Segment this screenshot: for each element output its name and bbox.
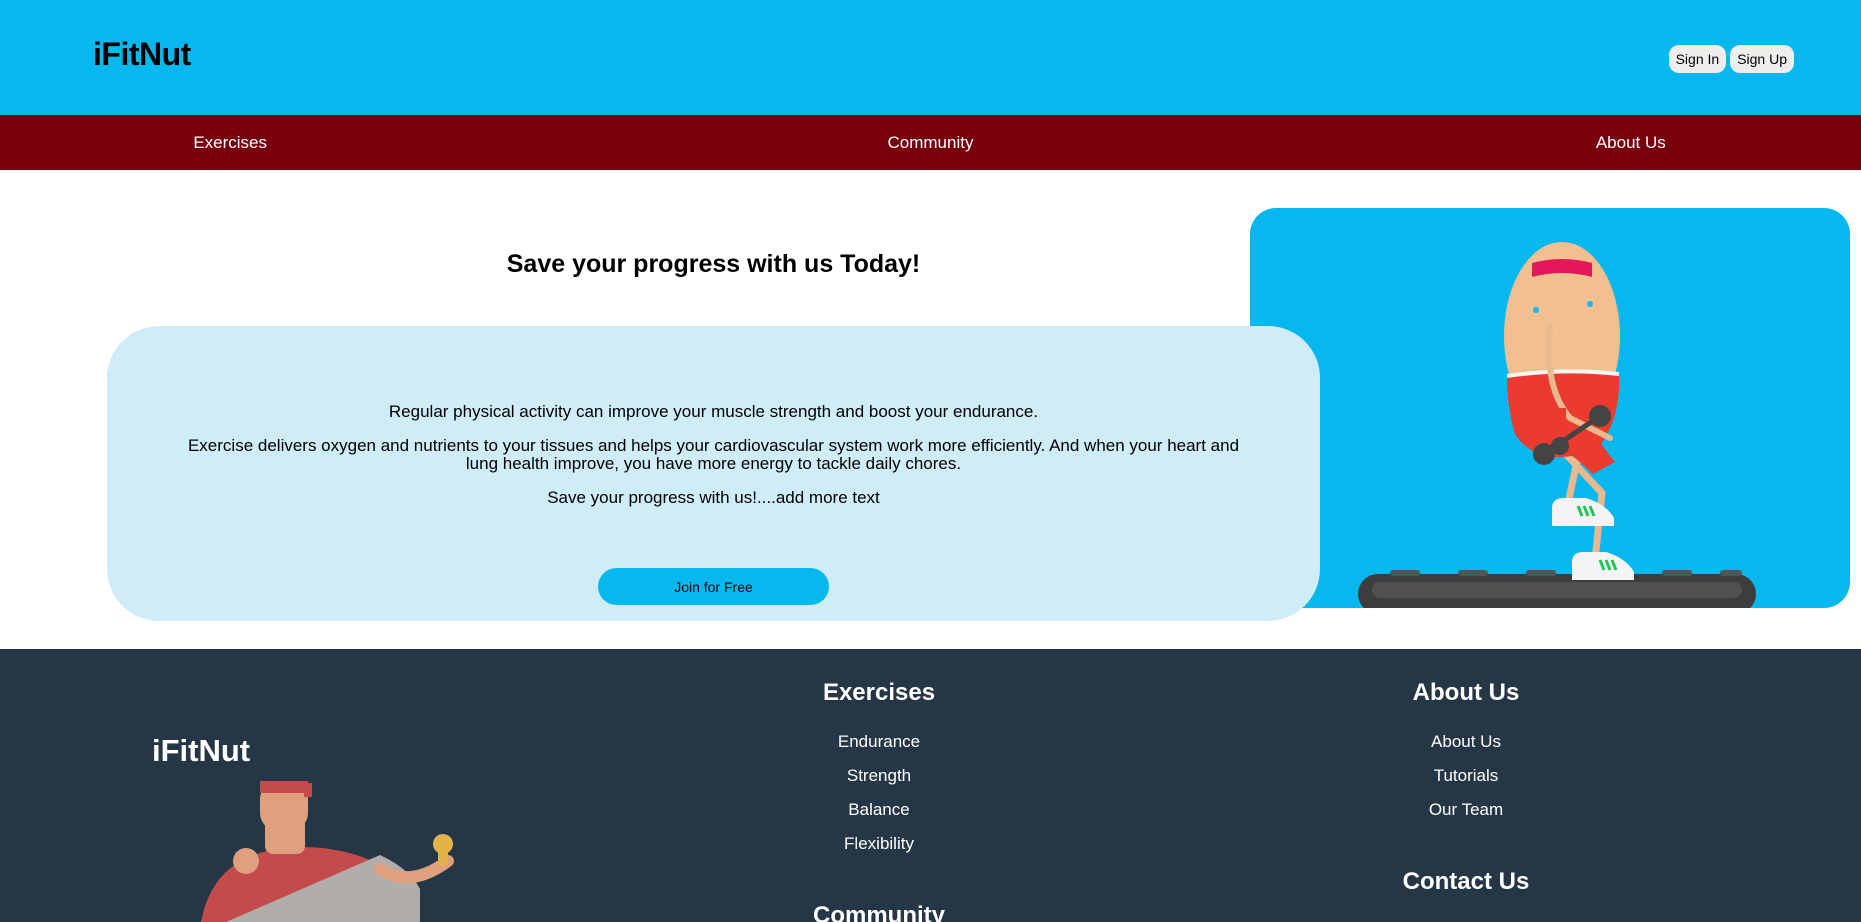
hero-paragraph-2: Exercise delivers oxygen and nutrients t… xyxy=(187,436,1240,473)
main-nav: Exercises Community About Us xyxy=(0,115,1861,170)
footer-exercises-heading: Exercises xyxy=(822,679,936,706)
site-footer: iFitNut Exercises Endurance Strength Bal… xyxy=(0,649,1861,922)
footer-link-strength[interactable]: Strength xyxy=(729,759,1029,793)
hero-paragraph-3: Save your progress with us!....add more … xyxy=(547,488,880,507)
nav-item-about-us[interactable]: About Us xyxy=(1161,115,1861,170)
footer-link-about-us[interactable]: About Us xyxy=(1316,725,1616,759)
auth-buttons: Sign In Sign Up xyxy=(1668,45,1794,73)
nav-item-community[interactable]: Community xyxy=(700,115,1160,170)
footer-link-balance[interactable]: Balance xyxy=(729,793,1029,827)
footer-link-flexibility[interactable]: Flexibility xyxy=(729,827,1029,861)
hero-paragraph-1: Regular physical activity can improve yo… xyxy=(388,402,1039,421)
footer-community-column: Community xyxy=(729,902,1029,922)
footer-contact-column: Contact Us iFitNut@gmail.com xyxy=(1316,868,1616,922)
join-for-free-button[interactable]: Join for Free xyxy=(598,568,829,605)
footer-about-column: About Us About Us Tutorials Our Team xyxy=(1316,679,1616,827)
footer-link-endurance[interactable]: Endurance xyxy=(729,725,1029,759)
sign-in-button[interactable]: Sign In xyxy=(1668,45,1727,73)
site-header: iFitNut Sign In Sign Up xyxy=(0,0,1861,115)
footer-contact-heading: Contact Us xyxy=(1402,868,1530,895)
treadmill-illustration xyxy=(1250,208,1850,608)
footer-contact-email[interactable]: iFitNut@gmail.com xyxy=(1316,914,1616,922)
footer-link-our-team[interactable]: Our Team xyxy=(1316,793,1616,827)
footer-about-heading: About Us xyxy=(1412,679,1520,706)
footer-link-tutorials[interactable]: Tutorials xyxy=(1316,759,1616,793)
footer-logo[interactable]: iFitNut xyxy=(152,733,250,769)
hero-title: Save your progress with us Today! xyxy=(506,250,921,278)
hero-card: Regular physical activity can improve yo… xyxy=(107,326,1320,621)
footer-fitness-illustration xyxy=(180,769,480,922)
footer-community-heading: Community xyxy=(813,902,945,922)
site-logo[interactable]: iFitNut xyxy=(93,36,191,73)
nav-item-exercises[interactable]: Exercises xyxy=(0,115,700,170)
footer-exercises-column: Exercises Endurance Strength Balance Fle… xyxy=(729,679,1029,861)
sign-up-button[interactable]: Sign Up xyxy=(1730,45,1794,73)
